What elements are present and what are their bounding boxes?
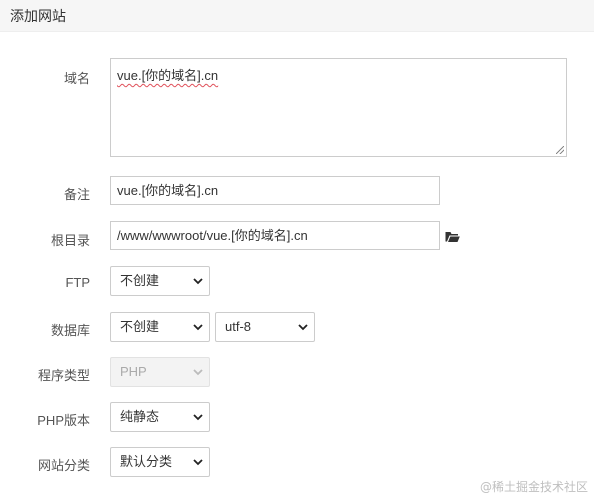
chevron-down-icon (193, 369, 203, 376)
dialog-title: 添加网站 (10, 8, 66, 24)
site-category-select[interactable]: 默认分类 (110, 447, 210, 477)
php-version-select-value: 纯静态 (120, 409, 160, 424)
php-version-select[interactable]: 纯静态 (110, 402, 210, 432)
program-type-label: 程序类型 (37, 368, 90, 383)
charset-select-value: utf-8 (225, 319, 252, 334)
ftp-select-value: 不创建 (120, 273, 160, 288)
watermark: @稀土掘金技术社区 (479, 480, 588, 494)
php-version-label: PHP版本 (37, 413, 90, 428)
ftp-select[interactable]: 不创建 (110, 266, 210, 296)
chevron-down-icon (193, 278, 203, 285)
domain-label: 域名 (63, 71, 90, 86)
folder-open-icon[interactable] (445, 230, 460, 243)
program-type-select: PHP (110, 357, 210, 387)
database-select[interactable]: 不创建 (110, 312, 210, 342)
root-dir-input[interactable]: /www/wwwroot/vue.[你的域名].cn (110, 221, 440, 250)
chevron-down-icon (298, 324, 308, 331)
remark-input[interactable]: vue.[你的域名].cn (110, 176, 440, 205)
database-select-value: 不创建 (120, 319, 160, 334)
remark-label: 备注 (63, 187, 90, 202)
program-type-select-value: PHP (120, 364, 147, 379)
database-label: 数据库 (50, 323, 90, 338)
domain-value: vue.[你的域名].cn (117, 68, 219, 83)
resize-grip-icon[interactable] (556, 146, 564, 154)
chevron-down-icon (193, 414, 203, 421)
ftp-label: FTP (65, 275, 90, 290)
domain-textarea[interactable]: vue.[你的域名].cn (110, 58, 567, 157)
root-dir-label: 根目录 (50, 233, 90, 248)
charset-select[interactable]: utf-8 (215, 312, 315, 342)
site-category-label: 网站分类 (37, 458, 90, 473)
dialog-header: 添加网站 (0, 0, 594, 32)
chevron-down-icon (193, 324, 203, 331)
site-category-select-value: 默认分类 (120, 454, 173, 469)
chevron-down-icon (193, 459, 203, 466)
